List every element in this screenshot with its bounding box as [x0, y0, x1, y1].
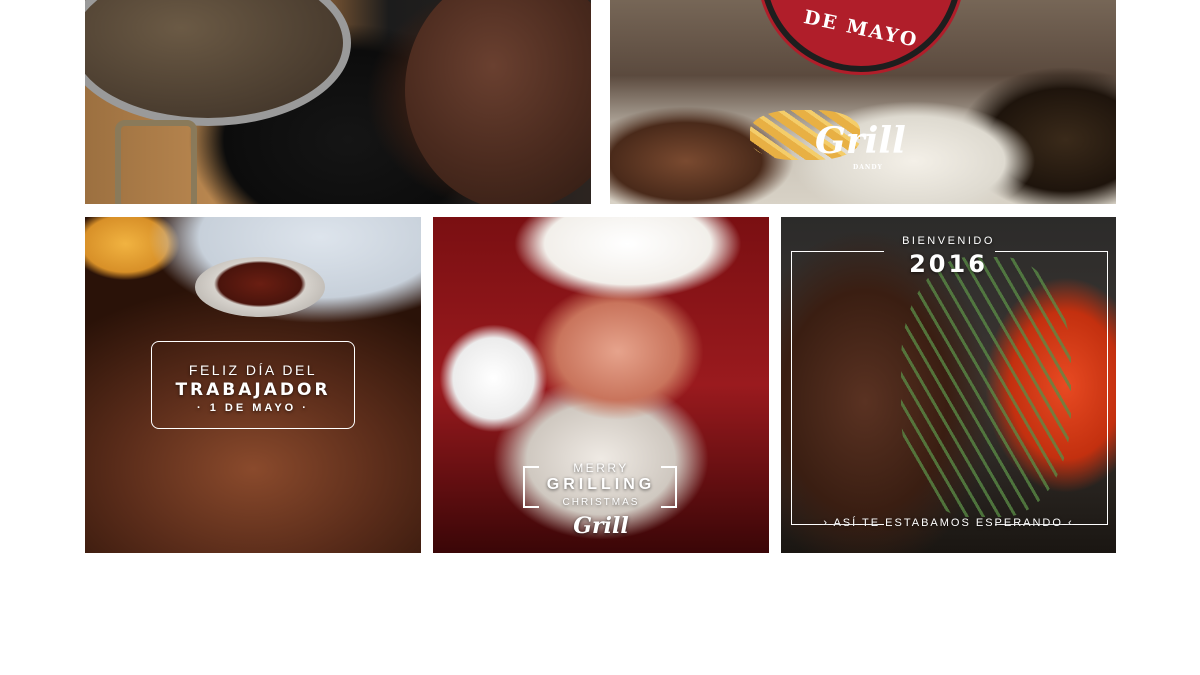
gallery-image-bienvenido-2016[interactable]: BIENVENIDO 2016 › ASÍ TE ESTABAMOS ESPER… — [781, 217, 1116, 553]
steak-graphic — [405, 0, 591, 204]
grill-logo: Grill — [573, 513, 629, 539]
caption-line-3: CHRISTMAS — [562, 497, 640, 508]
caption-line-2: GRILLING — [546, 476, 656, 493]
gallery-image-dia-de-mayo[interactable]: DE MAYO Grill DANDY — [610, 0, 1116, 204]
caption-line-3: › ASÍ TE ESTABAMOS ESPERANDO ‹ — [823, 517, 1074, 529]
caption-box: FELIZ DÍA DEL TRABAJADOR · 1 DE MAYO · — [151, 341, 355, 429]
grill-logo-text: Grill — [815, 120, 906, 162]
caption-line-3: · 1 DE MAYO · — [197, 402, 309, 414]
gallery-image-grill-steak[interactable] — [85, 0, 591, 204]
caption-line-1: MERRY — [573, 461, 629, 475]
gallery-image-merry-grilling[interactable]: MERRY GRILLING CHRISTMAS Grill — [433, 217, 769, 553]
grill-logo-sub: DANDY — [853, 164, 883, 171]
pan-handle-graphic — [115, 120, 197, 204]
mayo-badge: DE MAYO — [760, 0, 962, 72]
pan-graphic — [85, 0, 351, 126]
caption-line-1: FELIZ DÍA DEL — [188, 362, 318, 378]
grill-logo: Grill DANDY — [815, 120, 906, 171]
caption-year: 2016 — [909, 250, 988, 278]
caption-frame-right — [995, 251, 1108, 525]
badge-text: DE MAYO — [801, 6, 921, 52]
caption-line-2: TRABAJADOR — [175, 380, 331, 400]
caption-line-1: BIENVENIDO — [902, 235, 995, 247]
gallery-image-dia-del-trabajador[interactable]: FELIZ DÍA DEL TRABAJADOR · 1 DE MAYO · — [85, 217, 421, 553]
caption-frame-left — [791, 251, 884, 525]
sauce-cup-graphic — [195, 257, 325, 317]
